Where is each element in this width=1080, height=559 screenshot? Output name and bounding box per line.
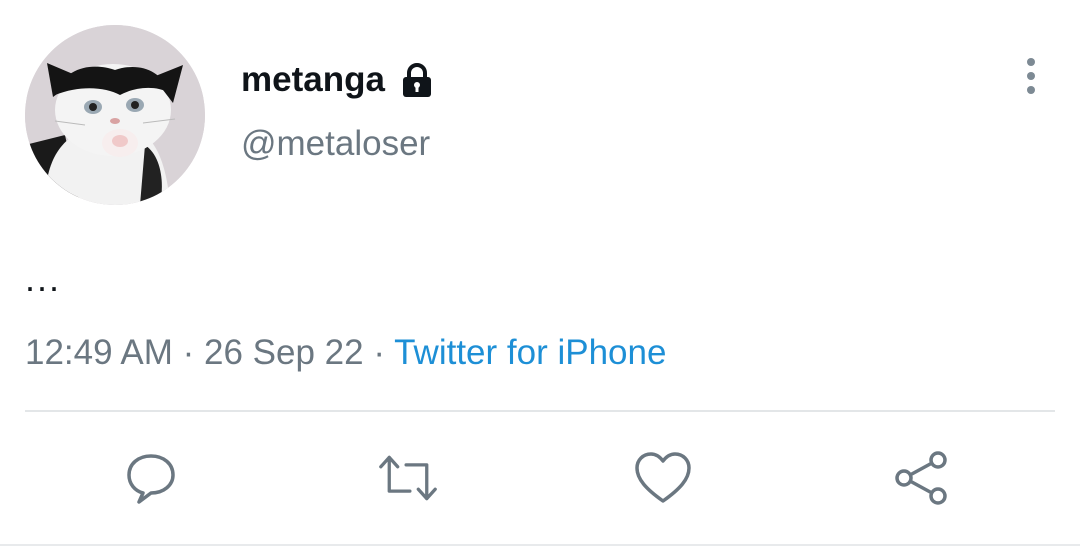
tweet-card: metanga @metaloser ... 12:49 AM · 26 Sep…: [0, 0, 1080, 559]
retweet-button[interactable]: [378, 448, 438, 508]
tweet-meta: 12:49 AM · 26 Sep 22 · Twitter for iPhon…: [25, 333, 666, 373]
tweet-time: 12:49 AM: [25, 333, 173, 372]
user-handle[interactable]: @metaloser: [241, 124, 430, 164]
reply-icon: [127, 454, 175, 504]
heart-icon: [635, 452, 691, 503]
display-name[interactable]: metanga: [241, 60, 385, 100]
tweet-source-link[interactable]: Twitter for iPhone: [394, 333, 666, 372]
more-options-icon[interactable]: [1016, 57, 1046, 97]
cat-avatar-image: [25, 25, 205, 205]
tweet-date: 26 Sep 22: [204, 333, 364, 372]
display-name-row: metanga: [241, 58, 435, 102]
retweet-icon: [379, 455, 437, 501]
share-icon: [895, 451, 947, 505]
share-button[interactable]: [892, 448, 952, 508]
meta-separator: ·: [182, 333, 205, 372]
like-button[interactable]: [633, 448, 693, 508]
divider: [25, 410, 1055, 412]
avatar[interactable]: [25, 25, 205, 205]
meta-separator: ·: [373, 333, 395, 372]
reply-button[interactable]: [121, 448, 181, 508]
tweet-text: ...: [25, 258, 62, 299]
lock-icon: [399, 62, 435, 98]
bottom-divider: [0, 544, 1080, 546]
